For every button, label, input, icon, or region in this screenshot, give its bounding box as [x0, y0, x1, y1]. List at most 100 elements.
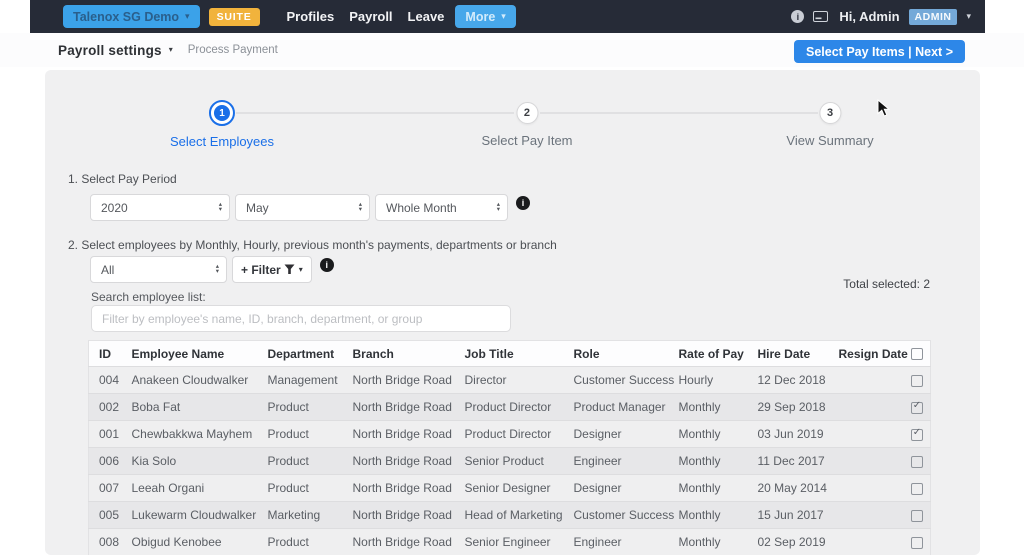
employee-type-value: All [101, 262, 115, 277]
period-range-select[interactable]: Whole Month [375, 194, 508, 221]
cell-hire-date: 11 Dec 2017 [757, 454, 825, 468]
cell-rate-of-pay: Monthly [678, 454, 721, 468]
select-arrows-icon [497, 203, 500, 212]
page-title[interactable]: Payroll settings [58, 43, 162, 58]
step-circle: 3 [819, 102, 841, 124]
suite-badge: SUITE [208, 7, 260, 26]
cell-department: Product [267, 400, 309, 414]
select-pay-items-next-button[interactable]: Select Pay Items | Next > [794, 40, 965, 63]
cell-id: 008 [99, 535, 120, 549]
company-selector-label: Talenox SG Demo [73, 9, 180, 24]
cell-department: Product [267, 427, 309, 441]
user-greeting: Hi, Admin [839, 9, 900, 24]
cell-resign-date [829, 448, 905, 475]
cell-resign-date [829, 367, 905, 394]
table-row[interactable]: 002 Boba Fat Product North Bridge Road P… [88, 393, 931, 421]
cell-id: 002 [99, 400, 120, 414]
filter-info-icon[interactable] [319, 258, 334, 272]
month-select-value: May [246, 200, 269, 215]
cell-employee-name: Anakeen Cloudwalker [131, 373, 249, 387]
select-arrows-icon [219, 203, 222, 212]
cell-checkbox [905, 475, 931, 502]
cell-rate-of-pay: Monthly [678, 535, 721, 549]
step-circle: 1 [209, 100, 235, 126]
cell-rate-of-pay: Monthly [678, 400, 721, 414]
cell-hire-date: 29 Sep 2018 [757, 400, 826, 414]
col-header-id: ID [99, 346, 111, 361]
step-circle: 2 [515, 102, 538, 124]
cell-role: Customer Success [573, 508, 675, 522]
table-row[interactable]: 001 Chewbakkwa Mayhem Product North Brid… [88, 420, 931, 448]
cell-role: Engineer [573, 454, 622, 468]
info-icon[interactable] [791, 10, 805, 23]
cell-hire-date: 12 Dec 2018 [757, 373, 826, 387]
col-header-resign-date: Resign Date [838, 346, 908, 361]
row-checkbox[interactable] [911, 400, 924, 414]
cell-role: Designer [573, 481, 622, 495]
col-header-hire-date: Hire Date [757, 346, 811, 361]
cell-id: 001 [99, 427, 120, 441]
cell-employee-name: Lukewarm Cloudwalker [131, 508, 257, 522]
row-checkbox[interactable] [911, 536, 924, 549]
step-select-pay-item[interactable]: 2 Select Pay Item [481, 102, 573, 148]
cell-branch: North Bridge Road [352, 427, 452, 441]
cell-resign-date [829, 394, 905, 421]
main-panel: 1 Select Employees 2 Select Pay Item 3 V… [45, 70, 980, 555]
cell-checkbox [905, 502, 931, 529]
step-select-employees[interactable]: 1 Select Employees [170, 100, 274, 149]
nav-leave[interactable]: Leave [408, 9, 445, 24]
select-all-checkbox[interactable] [911, 348, 924, 361]
step-view-summary[interactable]: 3 View Summary [786, 102, 874, 148]
cell-department: Product [267, 535, 309, 549]
cell-branch: North Bridge Road [352, 454, 452, 468]
month-select[interactable]: May [235, 194, 370, 221]
col-header-job-title: Job Title [464, 346, 514, 361]
table-row[interactable]: 005 Lukewarm Cloudwalker Marketing North… [88, 501, 931, 529]
cell-employee-name: Chewbakkwa Mayhem [131, 427, 253, 441]
cell-branch: North Bridge Road [352, 400, 452, 414]
cell-rate-of-pay: Monthly [678, 508, 721, 522]
cell-resign-date [829, 529, 905, 555]
add-filter-button[interactable]: + Filter [232, 256, 312, 283]
col-header-department: Department [267, 346, 335, 361]
cell-hire-date: 02 Sep 2019 [757, 535, 826, 549]
navbar-right: Hi, Admin ADMIN [791, 8, 971, 25]
cell-id: 006 [99, 454, 120, 468]
employee-type-select[interactable]: All [90, 256, 227, 283]
employee-selection-label: 2. Select employees by Monthly, Hourly, … [68, 238, 557, 252]
cell-rate-of-pay: Monthly [678, 481, 721, 495]
user-menu-chevron-icon[interactable] [966, 12, 971, 21]
row-checkbox[interactable] [911, 455, 924, 468]
chevron-down-icon[interactable] [169, 46, 173, 54]
card-icon[interactable] [813, 11, 829, 22]
pay-period-info-icon[interactable] [516, 196, 530, 210]
row-checkbox[interactable] [911, 427, 924, 441]
cell-branch: North Bridge Road [352, 535, 452, 549]
cell-checkbox [905, 394, 931, 421]
cell-role: Product Manager [573, 400, 666, 414]
col-header-role: Role [573, 346, 600, 361]
cell-resign-date [829, 502, 905, 529]
company-selector[interactable]: Talenox SG Demo [63, 5, 200, 28]
table-row[interactable]: 004 Anakeen Cloudwalker Management North… [88, 366, 931, 394]
row-checkbox[interactable] [911, 509, 924, 522]
stepper-line [540, 112, 818, 114]
row-checkbox[interactable] [911, 374, 924, 387]
table-row[interactable]: 008 Obigud Kenobee Product North Bridge … [88, 528, 931, 555]
cell-id: 005 [99, 508, 120, 522]
table-row[interactable]: 006 Kia Solo Product North Bridge Road S… [88, 447, 931, 475]
cell-job-title: Senior Engineer [464, 535, 551, 549]
nav-profiles[interactable]: Profiles [287, 9, 335, 24]
cell-employee-name: Boba Fat [131, 400, 181, 414]
step-label: Select Pay Item [481, 133, 573, 148]
cell-resign-date [829, 475, 905, 502]
year-select[interactable]: 2020 [90, 194, 230, 221]
employee-search-input[interactable] [91, 305, 511, 332]
table-row[interactable]: 007 Leeah Organi Product North Bridge Ro… [88, 474, 931, 502]
cell-hire-date: 15 Jun 2017 [757, 508, 824, 522]
more-menu-button[interactable]: More [455, 5, 516, 28]
row-checkbox[interactable] [911, 482, 924, 495]
nav-payroll[interactable]: Payroll [349, 9, 392, 24]
add-filter-label: + Filter [241, 262, 281, 277]
admin-badge: ADMIN [908, 8, 958, 25]
